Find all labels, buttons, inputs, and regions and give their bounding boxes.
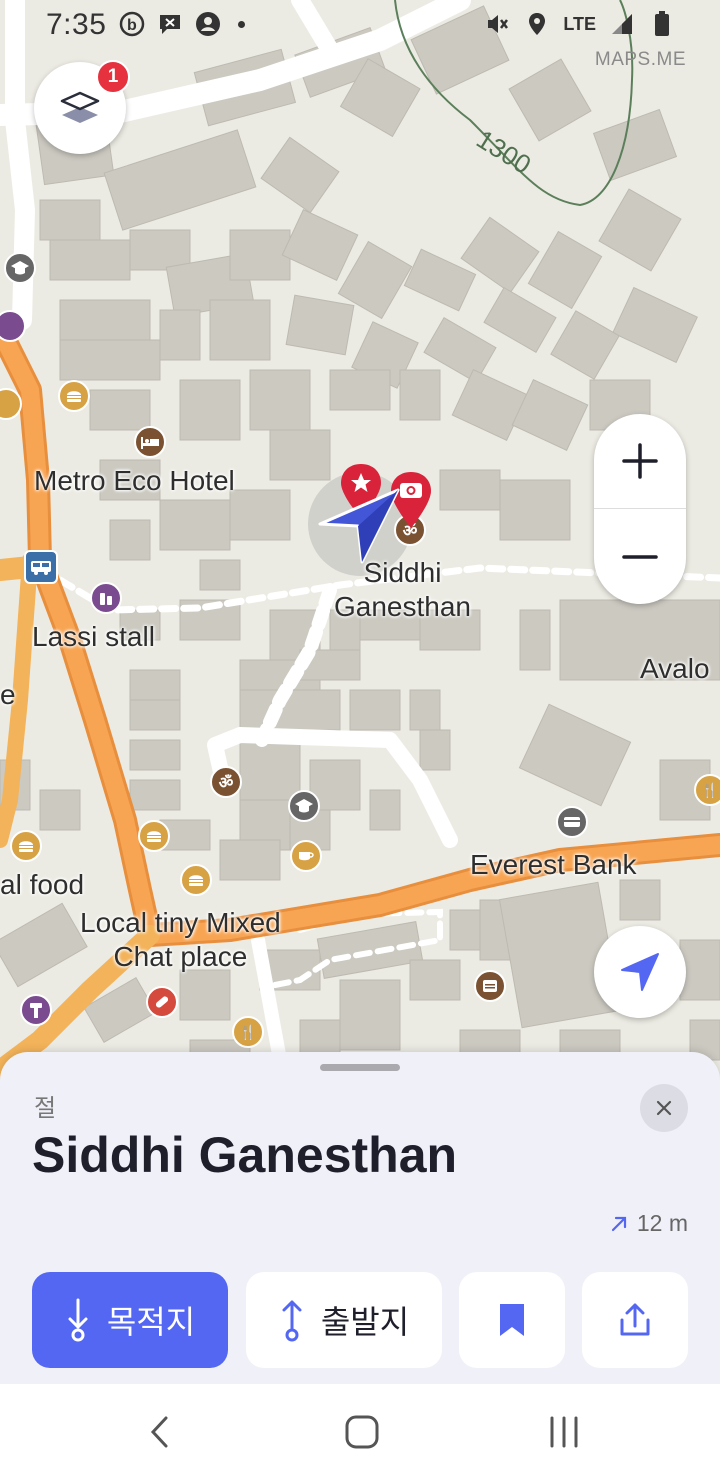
location-pin-icon [523, 10, 551, 38]
burger-icon-2[interactable] [138, 820, 170, 852]
map-label-local-tiny-mixed[interactable]: Local tiny Mixed Chat place [80, 906, 281, 973]
zoom-in-button[interactable] [594, 414, 686, 508]
map-label-metro-eco-hotel[interactable]: Metro Eco Hotel [34, 464, 235, 498]
account-icon [194, 10, 222, 38]
share-icon [620, 1303, 650, 1336]
battery-icon [648, 10, 676, 38]
school-icon-2[interactable] [288, 790, 320, 822]
route-from-label: 출발지 [320, 1304, 410, 1340]
home-icon [345, 1415, 379, 1449]
share-button[interactable] [582, 1272, 688, 1368]
minus-icon [622, 555, 658, 559]
sheet-drag-handle[interactable] [320, 1064, 400, 1071]
status-icons-right: LTE [483, 10, 676, 38]
school-icon[interactable] [4, 252, 36, 284]
burger-icon-3[interactable] [10, 830, 42, 862]
home-button[interactable] [332, 1406, 392, 1458]
plus-icon [622, 443, 658, 479]
b-icon: b [118, 10, 146, 38]
status-time: 7:35 [46, 8, 107, 41]
map-view[interactable]: 1300 7:35 b LTE MAPS.ME 1 ॐ ॐ 🍴 🍴 Metro … [0, 0, 720, 1100]
restaurant-icon[interactable]: 🍴 [694, 774, 720, 806]
route-to-button[interactable]: 목적지 [32, 1272, 228, 1368]
maps-me-watermark: MAPS.ME [594, 49, 686, 70]
distance-value: 12 m [636, 1210, 688, 1236]
place-distance: 12 m [609, 1210, 688, 1237]
burger-icon-4[interactable] [180, 864, 212, 896]
back-button[interactable] [130, 1406, 190, 1458]
bookmark-button[interactable] [459, 1272, 565, 1368]
status-bar: 7:35 b LTE [0, 0, 720, 56]
layers-icon [60, 91, 100, 123]
system-navigation-bar [0, 1384, 720, 1480]
route-from-button[interactable]: 출발지 [246, 1272, 442, 1368]
map-label-avalo[interactable]: Avalo [640, 652, 710, 686]
mute-icon [483, 10, 511, 38]
hardware-icon[interactable] [20, 994, 52, 1026]
direction-arrow-icon [611, 1216, 626, 1231]
pharmacy-icon[interactable] [146, 986, 178, 1018]
layers-badge: 1 [96, 60, 130, 94]
close-icon [656, 1100, 672, 1116]
place-actions: 목적지 출발지 [0, 1272, 720, 1368]
place-category: 절 [34, 1095, 57, 1122]
route-to-label: 목적지 [106, 1304, 196, 1340]
bus-stop-icon[interactable] [24, 550, 58, 584]
drinks-icon[interactable] [90, 582, 122, 614]
dot-icon [238, 20, 245, 28]
bookmark-icon [500, 1304, 524, 1336]
user-location-arrow-icon [318, 488, 400, 564]
map-label-lassi-stall[interactable]: Lassi stall [32, 620, 155, 654]
message-icon [156, 10, 184, 38]
recent-apps-button[interactable] [534, 1406, 594, 1458]
navigation-arrow-icon [621, 953, 659, 991]
map-label-siddhi-ganesthan[interactable]: Siddhi Ganesthan [334, 556, 471, 623]
route-from-icon [282, 1300, 302, 1342]
restaurant-icon-2[interactable]: 🍴 [232, 1016, 264, 1048]
zoom-out-button[interactable] [594, 510, 686, 604]
recent-apps-icon [550, 1416, 578, 1448]
burger-icon[interactable] [58, 380, 90, 412]
my-location-button[interactable] [594, 926, 686, 1018]
lte-icon: LTE [563, 13, 596, 34]
close-sheet-button[interactable] [640, 1084, 688, 1132]
map-label-al-food[interactable]: al food [0, 868, 84, 902]
temple-icon-2[interactable]: ॐ [210, 766, 242, 798]
hotel-icon[interactable] [134, 426, 166, 458]
map-label-everest-bank[interactable]: Everest Bank [470, 848, 637, 882]
bakery-icon[interactable] [474, 970, 506, 1002]
signal-icon [608, 10, 636, 38]
map-label-e[interactable]: e [0, 678, 16, 712]
place-bottom-sheet: 절 Siddhi Ganesthan 12 m 목적지 출발지 [0, 1052, 720, 1384]
svg-text:b: b [127, 17, 137, 34]
place-title: Siddhi Ganesthan [32, 1127, 458, 1183]
back-chevron-icon [150, 1416, 168, 1448]
cafe-icon[interactable] [290, 840, 322, 872]
status-icons-left: b [118, 10, 245, 38]
route-to-icon [68, 1298, 88, 1342]
zoom-controls [594, 414, 686, 604]
zoom-divider [594, 508, 686, 509]
bank-icon[interactable] [556, 806, 588, 838]
